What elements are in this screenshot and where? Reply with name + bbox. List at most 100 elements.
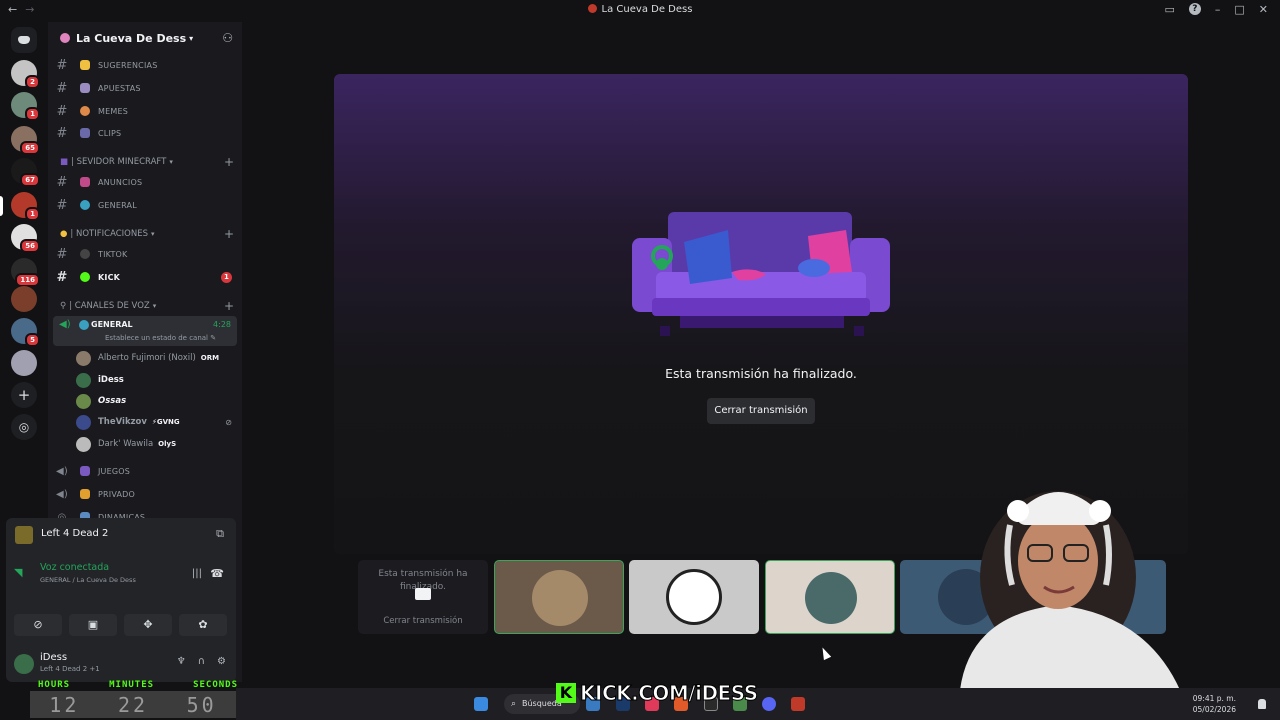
title-bar: ← → La Cueva De Dess ▭ ? – □ ✕ [0, 0, 1280, 22]
megaphone-icon [80, 177, 90, 187]
kick-icon [80, 272, 90, 282]
disconnect-icon[interactable]: ☎ [210, 567, 224, 580]
avatar[interactable] [14, 654, 34, 674]
hash-icon: # [56, 125, 68, 141]
voice-channel-general[interactable]: ◀) GENERAL 4:28 Establece un estado de c… [53, 316, 237, 346]
globe-icon [80, 200, 90, 210]
start-menu-icon[interactable] [474, 697, 488, 711]
server-icon[interactable]: 1 [11, 192, 40, 221]
close-stream-button[interactable]: Cerrar transmisión [707, 398, 815, 424]
participant-tile[interactable] [629, 560, 759, 634]
kick-logo-icon: K [556, 683, 576, 703]
add-channel-icon[interactable]: + [224, 299, 234, 313]
server-icon[interactable] [11, 286, 37, 312]
channel-kick[interactable]: # KICK 1 [54, 267, 236, 287]
voice-channel-privado[interactable]: ◀) PRIVADO [54, 484, 236, 504]
voice-channel-juegos[interactable]: ◀) JUEGOS [54, 461, 236, 481]
minimize-icon[interactable]: – [1215, 3, 1221, 16]
avatar [76, 436, 91, 452]
maximize-icon[interactable]: □ [1234, 3, 1244, 16]
channel-apuestas[interactable]: # APUESTAS [54, 78, 236, 98]
chevron-down-icon: ▾ [151, 230, 155, 238]
taskbar-clock[interactable]: 09:41 p. m. 05/02/2026 [1193, 693, 1236, 715]
channel-clips[interactable]: # CLIPS [54, 123, 236, 143]
discord-icon[interactable] [762, 697, 776, 711]
close-icon[interactable]: ✕ [1259, 3, 1268, 16]
channel-general-text[interactable]: # GENERAL [54, 195, 236, 215]
channel-anuncios[interactable]: # ANUNCIOS [54, 172, 236, 192]
server-icon[interactable]: 1 [11, 92, 40, 121]
category-canales-de-voz[interactable]: ⚲ | CANALES DE VOZ ▾ + [60, 299, 236, 313]
microphone-icon: ⚲ [60, 301, 67, 311]
voice-user[interactable]: Ossas [76, 391, 236, 411]
server-header[interactable]: La Cueva De Dess ▾ ⚇ [48, 22, 242, 54]
channel-memes[interactable]: # MEMES [54, 101, 236, 121]
kick-brand-overlay: K KICK.COM/iDESS [556, 678, 759, 708]
voice-user[interactable]: iDess [76, 370, 236, 390]
guild-tag: ⚡GVNG [151, 418, 180, 426]
add-channel-icon[interactable]: + [224, 155, 234, 169]
mention-badge: 65 [20, 141, 40, 155]
activity-panel[interactable]: Left 4 Dead 2 ⧉ [6, 518, 236, 552]
server-icon[interactable] [11, 350, 37, 376]
voice-connected-label[interactable]: Voz conectada [40, 562, 109, 573]
avatar [76, 393, 91, 409]
share-screen-button[interactable]: ▣ [69, 614, 117, 636]
voice-user[interactable]: TheVikzov ⚡GVNG ⊘ [76, 412, 236, 432]
channel-tiktok[interactable]: # TIKTOK [54, 244, 236, 264]
lock-icon [80, 489, 90, 499]
chevron-down-icon: ▾ [169, 158, 173, 166]
close-stream-button[interactable]: Cerrar transmisión [358, 616, 488, 626]
window-controls: ▭ ? – □ ✕ [1164, 3, 1268, 16]
signal-icon[interactable]: ◥ [14, 566, 22, 579]
server-icon[interactable]: 67 [11, 158, 40, 187]
soundboard-button[interactable]: ✿ [179, 614, 227, 636]
server-icon[interactable]: 2 [11, 60, 40, 89]
hash-icon: # [56, 80, 68, 96]
microphone-icon[interactable]: ♆ [177, 656, 186, 667]
help-icon[interactable]: ? [1188, 3, 1201, 15]
chevron-down-icon: ▾ [189, 33, 194, 43]
unread-badge: 1 [221, 272, 232, 283]
kick-url: KICK.COM/iDESS [580, 681, 759, 706]
participant-tile[interactable] [765, 560, 895, 634]
category-notificaciones[interactable]: ● | NOTIFICACIONES ▾ + [60, 227, 236, 241]
mention-badge: 67 [20, 173, 40, 187]
noise-suppression-icon[interactable]: ||| [192, 568, 202, 579]
headphones-icon[interactable]: ∩ [198, 656, 205, 667]
voice-user[interactable]: Alberto Fujimori (Noxil) ORM [76, 348, 236, 368]
channel-sugerencias[interactable]: # SUGERENCIAS [54, 55, 236, 75]
add-channel-icon[interactable]: + [224, 227, 234, 241]
inbox-icon[interactable]: ▭ [1164, 3, 1174, 16]
server-icon[interactable]: 116 [11, 258, 40, 287]
server-icon[interactable]: 5 [11, 318, 40, 347]
globe-icon [79, 320, 89, 330]
avatar [76, 372, 91, 388]
voice-user[interactable]: Dark' Wawila OlyS [76, 434, 236, 454]
server-icon[interactable]: 65 [11, 126, 40, 155]
participant-tile[interactable] [494, 560, 624, 634]
guild-tag: ORM [200, 354, 220, 362]
category-minecraft[interactable]: ■ | SEVIDOR MINECRAFT ▾ + [60, 155, 236, 169]
server-icon[interactable]: 56 [11, 224, 40, 253]
hash-icon: # [56, 57, 68, 73]
notification-bell-icon[interactable] [1258, 699, 1266, 709]
discover-icon[interactable]: ◎ [11, 414, 37, 440]
voice-channel-name: GENERAL [91, 320, 133, 329]
popout-icon[interactable]: ⧉ [216, 527, 224, 541]
ended-stream-tile[interactable]: Esta transmisión ha finalizado. Cerrar t… [358, 560, 488, 634]
invite-user-icon[interactable]: ⚇ [222, 31, 233, 45]
game-icon[interactable] [791, 697, 805, 711]
avatar [76, 350, 91, 366]
add-server-icon[interactable]: + [11, 382, 37, 408]
speaker-icon: ◀) [59, 319, 71, 330]
avatar [805, 572, 857, 624]
game-icon [15, 526, 33, 544]
camera-off-button[interactable]: ⊘ [14, 614, 62, 636]
activities-button[interactable]: ✥ [124, 614, 172, 636]
set-channel-status[interactable]: Establece un estado de canal ✎ [105, 334, 216, 342]
discord-home-icon[interactable] [11, 27, 37, 53]
call-duration: 4:28 [213, 320, 231, 329]
avatar [532, 570, 588, 626]
gear-icon[interactable]: ⚙ [217, 656, 226, 667]
